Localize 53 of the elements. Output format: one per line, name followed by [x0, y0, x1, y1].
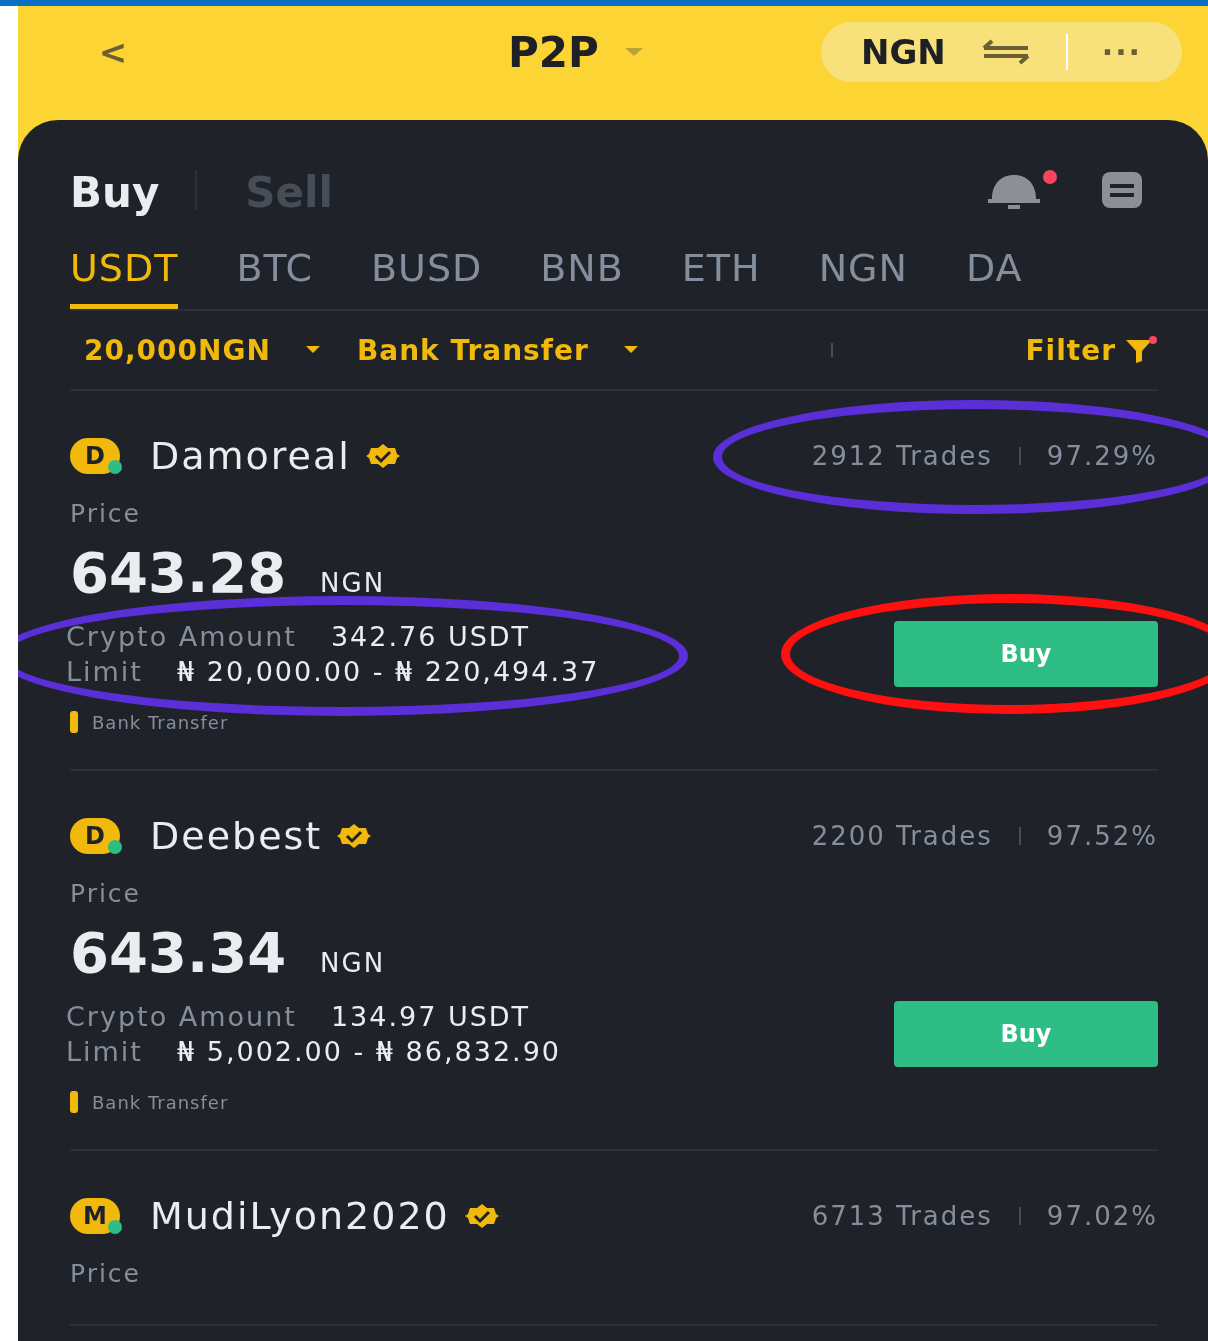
- back-button[interactable]: <: [98, 32, 128, 72]
- coin-tab[interactable]: USDT: [70, 238, 179, 309]
- avatar-icon: D: [70, 438, 120, 474]
- coin-tab[interactable]: NGN: [818, 238, 908, 309]
- limit-value: ₦ 5,002.00 - ₦ 86,832.90: [176, 1036, 561, 1067]
- buy-button[interactable]: Buy: [894, 621, 1158, 687]
- payment-dropdown[interactable]: Bank Transfer: [356, 333, 639, 367]
- trade-tab[interactable]: Buy: [70, 163, 160, 217]
- coin-tab[interactable]: BNB: [540, 238, 624, 309]
- coin-tab[interactable]: BTC: [236, 238, 313, 309]
- trade-count: 6713 Trades: [811, 1201, 993, 1231]
- merchant-name[interactable]: MudiLyon2020: [150, 1194, 450, 1238]
- completion-rate: 97.02%: [1046, 1201, 1158, 1231]
- price-currency: NGN: [320, 948, 386, 978]
- price-value: 643.28: [70, 540, 287, 605]
- price-currency: NGN: [320, 568, 386, 598]
- merchant-name[interactable]: Damoreal: [150, 434, 351, 478]
- currency-switch-button[interactable]: NGN: [860, 32, 1032, 72]
- merchant-name[interactable]: Deebest: [150, 814, 323, 858]
- crypto-amount-value: 342.76 USDT: [330, 621, 531, 652]
- coin-tab[interactable]: ETH: [681, 238, 761, 309]
- caret-icon: [304, 345, 321, 355]
- payment-marker-icon: [70, 1091, 78, 1113]
- avatar-icon: D: [70, 818, 120, 854]
- limit-label: Limit: [66, 1036, 143, 1067]
- more-button[interactable]: ···: [1101, 34, 1142, 70]
- trade-count: 2200 Trades: [811, 821, 993, 851]
- limit-value: ₦ 20,000.00 - ₦ 220,494.37: [176, 656, 600, 687]
- crypto-amount-label: Crypto Amount: [66, 621, 297, 652]
- coin-tab[interactable]: DA: [965, 238, 1023, 309]
- caret-icon: [622, 345, 639, 355]
- price-label: Price: [70, 499, 142, 528]
- limit-label: Limit: [66, 656, 143, 687]
- bell-icon[interactable]: [986, 169, 1058, 211]
- completion-rate: 97.29%: [1046, 441, 1158, 471]
- crypto-amount-label: Crypto Amount: [66, 1001, 297, 1032]
- completion-rate: 97.52%: [1046, 821, 1158, 851]
- funnel-icon: [1124, 336, 1158, 364]
- filter-button[interactable]: Filter: [1025, 333, 1158, 367]
- price-label: Price: [70, 879, 142, 908]
- payment-method: Bank Transfer: [92, 1091, 229, 1113]
- buy-button[interactable]: Buy: [894, 1001, 1158, 1067]
- amount-dropdown[interactable]: 20,000NGN: [84, 333, 321, 367]
- avatar-icon: M: [70, 1198, 120, 1234]
- coin-tab[interactable]: BUSD: [371, 238, 483, 309]
- trade-count: 2912 Trades: [811, 441, 993, 471]
- crypto-amount-value: 134.97 USDT: [330, 1001, 531, 1032]
- payment-marker-icon: [70, 711, 78, 733]
- document-icon[interactable]: [1102, 172, 1142, 208]
- price-value: 643.34: [70, 920, 287, 985]
- payment-method: Bank Transfer: [92, 711, 229, 733]
- price-label: Price: [70, 1259, 142, 1288]
- p2p-menu-button[interactable]: P2P: [508, 27, 645, 77]
